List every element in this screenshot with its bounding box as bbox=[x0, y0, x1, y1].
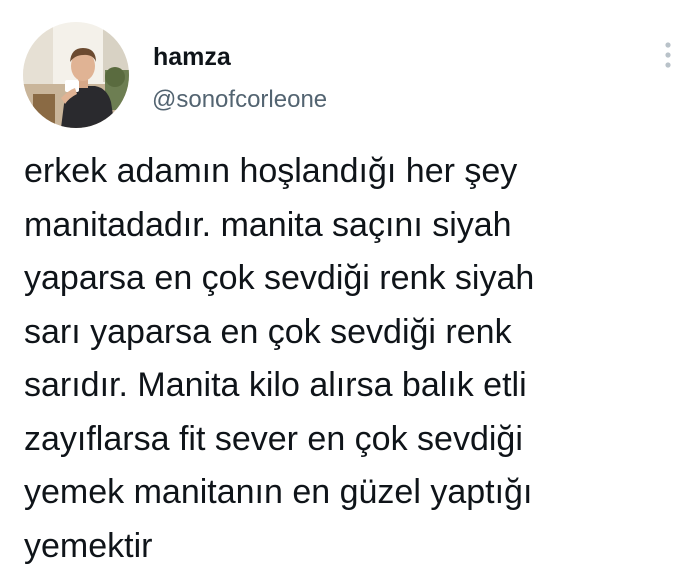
tweet-text-line: sarı yaparsa en çok sevdiği renk bbox=[24, 312, 512, 351]
user-avatar-icon bbox=[23, 22, 129, 128]
tweet-text-line: sarıdır. Manita kilo alırsa balık etli bbox=[24, 366, 527, 404]
tweet-text-line: zayıflarsa fit sever en çok sevdiği bbox=[24, 419, 523, 458]
tweet-text-line: yaparsa en çok sevdiği renk siyah bbox=[24, 259, 535, 297]
tweet-text-line: yemek manitanın en güzel yaptığı bbox=[24, 473, 533, 511]
author-handle[interactable]: @sonofcorleone bbox=[152, 86, 327, 114]
avatar[interactable] bbox=[23, 22, 129, 128]
tweet-text-line: yemektir bbox=[24, 526, 153, 565]
more-vertical-icon bbox=[665, 42, 671, 68]
tweet-text-line: erkek adamın hoşlandığı her şey bbox=[24, 152, 518, 190]
tweet-card: hamza @sonofcorleone erkek adamın hoşlan… bbox=[0, 0, 690, 578]
tweet-text: erkek adamın hoşlandığı her şey manitada… bbox=[24, 145, 684, 573]
more-options-button[interactable] bbox=[656, 38, 680, 72]
tweet-text-line: manitadadır. manita saçını siyah bbox=[24, 205, 512, 244]
author-display-name[interactable]: hamza bbox=[153, 42, 231, 72]
